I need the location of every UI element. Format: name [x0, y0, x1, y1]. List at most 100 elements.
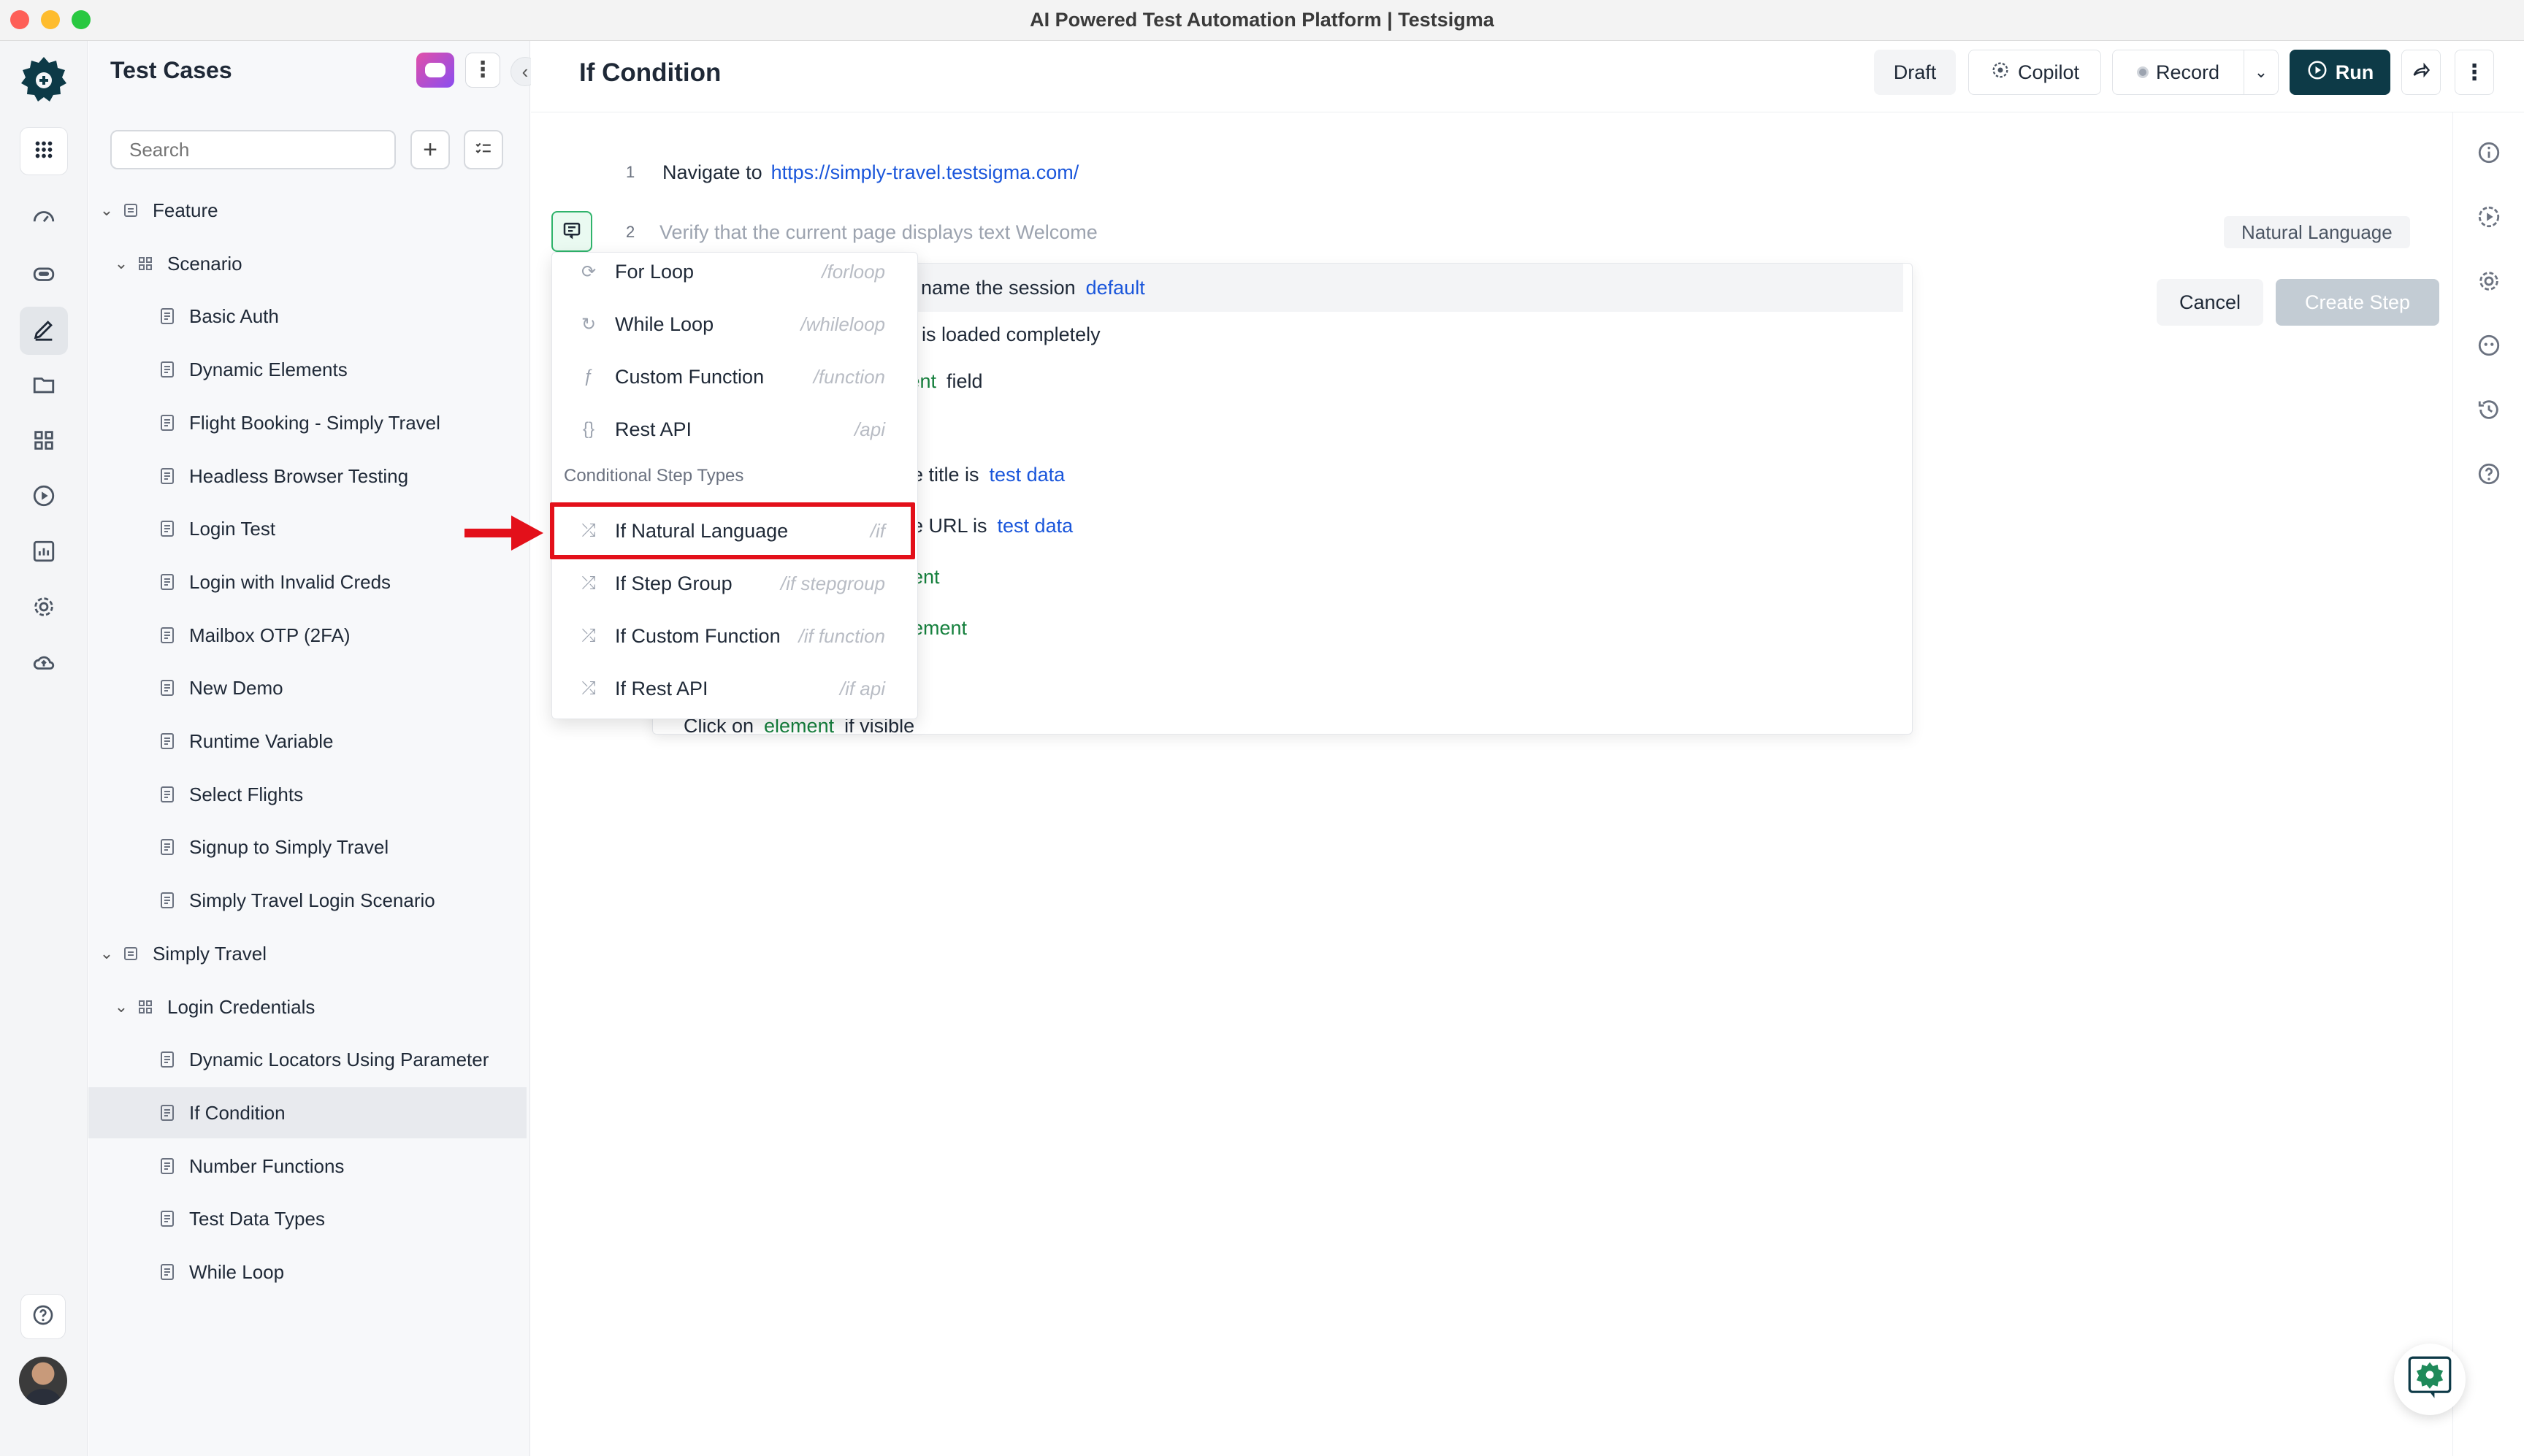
test-case-item[interactable]: Dynamic Locators Using Parameter — [88, 1034, 527, 1085]
step-url-link[interactable]: https://simply-travel.testsigma.com/ — [771, 161, 1079, 183]
highlight-annotation-box — [550, 502, 915, 559]
cloud-upload-icon — [31, 650, 56, 678]
document-icon — [154, 467, 180, 485]
test-data-token: test data — [989, 463, 1066, 486]
step-text: Verify that the current page displays te… — [659, 221, 1098, 243]
question-icon — [2477, 461, 2501, 490]
share-button[interactable] — [2401, 50, 2441, 95]
tree-item-label: Scenario — [167, 252, 242, 275]
document-icon — [154, 627, 180, 644]
user-avatar[interactable] — [19, 1357, 67, 1405]
cloud-nav-button[interactable] — [20, 640, 68, 688]
menu-item-if-rest-api[interactable]: ⤮ If Rest API/if api — [552, 665, 917, 712]
elements-nav-button[interactable] — [20, 418, 68, 466]
tree-item-label: Select Flights — [189, 783, 304, 805]
test-case-item[interactable]: Signup to Simply Travel — [88, 821, 527, 873]
test-case-item[interactable]: Login Test — [88, 503, 527, 554]
info-button[interactable] — [2475, 140, 2503, 168]
menu-item-shortcut: /if function — [798, 624, 885, 647]
copilot-nav-button[interactable] — [20, 251, 68, 299]
test-data-nav-button[interactable] — [20, 362, 68, 410]
add-test-case-button[interactable]: + — [410, 130, 450, 169]
bar-chart-icon — [31, 539, 56, 567]
checklist-icon — [474, 136, 493, 164]
feature-folder-item[interactable]: ⌄ Simply Travel — [88, 928, 527, 979]
version-history-button[interactable] — [2475, 397, 2503, 425]
while-loop-icon: ↻ — [581, 314, 597, 334]
copilot-button[interactable]: Copilot — [1968, 50, 2101, 95]
run-button[interactable]: Run — [2290, 50, 2390, 95]
step-type-toggle-button[interactable] — [551, 211, 592, 252]
apps-grid-button[interactable] — [20, 127, 68, 175]
menu-item-if-custom-function[interactable]: ⤮ If Custom Function/if function — [552, 613, 917, 659]
test-settings-button[interactable] — [2475, 269, 2503, 296]
scenario-item[interactable]: ⌄ Scenario — [88, 238, 527, 289]
dashboard-nav-button[interactable] — [20, 196, 68, 244]
test-case-item[interactable]: Select Flights — [88, 769, 527, 820]
menu-item-while-loop[interactable]: ↻ While Loop/whileloop — [552, 301, 917, 348]
test-case-item[interactable]: Login with Invalid Creds — [88, 556, 527, 608]
speedometer-icon — [31, 206, 56, 234]
test-case-item[interactable]: Basic Auth — [88, 291, 527, 342]
help-center-button[interactable] — [2475, 461, 2503, 489]
menu-item-for-loop[interactable]: ⟳ For Loop/forloop — [552, 248, 917, 295]
settings-nav-button[interactable] — [20, 584, 68, 632]
record-button[interactable]: Record — [2112, 50, 2244, 95]
create-step-button[interactable]: Create Step — [2276, 279, 2439, 326]
help-button[interactable] — [20, 1294, 66, 1339]
run-history-button[interactable] — [2475, 204, 2503, 232]
step-number: 1 — [626, 163, 635, 181]
runs-nav-button[interactable] — [20, 473, 68, 521]
record-options-dropdown[interactable]: ⌄ — [2244, 50, 2279, 95]
run-label: Run — [2335, 61, 2374, 83]
ai-assistant-button[interactable] — [416, 53, 454, 88]
menu-item-rest-api[interactable]: {} Rest API/api — [552, 406, 917, 453]
ai-agent-button[interactable] — [2475, 333, 2503, 361]
chevron-down-icon[interactable]: ⌄ — [110, 997, 132, 1016]
chevron-down-icon[interactable]: ⌄ — [110, 254, 132, 273]
tree-item-label: Feature — [153, 199, 218, 221]
suggestion-text: e title is test data — [912, 464, 1075, 486]
suggestion-text: ement — [912, 617, 977, 640]
test-case-item[interactable]: Mailbox OTP (2FA) — [88, 610, 527, 661]
header-more-button[interactable]: ⋮ — [2455, 50, 2494, 95]
test-case-item[interactable]: Dynamic Elements — [88, 344, 527, 395]
testsigma-logo[interactable] — [19, 54, 69, 104]
menu-item-if-step-group[interactable]: ⤮ If Step Group/if stepgroup — [552, 560, 917, 607]
test-case-item[interactable]: Test Data Types — [88, 1193, 527, 1244]
test-case-item[interactable]: Simply Travel Login Scenario — [88, 875, 527, 926]
menu-item-label: While Loop — [615, 313, 714, 335]
test-case-item[interactable]: Headless Browser Testing — [88, 451, 527, 502]
tree-item-label: Basic Auth — [189, 304, 279, 327]
chevron-down-icon[interactable]: ⌄ — [96, 944, 118, 963]
test-case-item[interactable]: Runtime Variable — [88, 716, 527, 767]
test-case-item[interactable]: Number Functions — [88, 1141, 527, 1192]
select-mode-button[interactable] — [464, 130, 503, 169]
draft-status-button[interactable]: Draft — [1874, 50, 1956, 95]
document-icon — [154, 1104, 180, 1122]
scenario-item[interactable]: ⌄ Login Credentials — [88, 981, 527, 1032]
test-case-item[interactable]: Flight Booking - Simply Travel — [88, 397, 527, 448]
menu-item-custom-function[interactable]: ƒ Custom Function/function — [552, 353, 917, 400]
menu-section-label: Conditional Step Types — [564, 466, 744, 486]
step-type-badge[interactable]: Natural Language — [2224, 216, 2410, 248]
tree-item-label: While Loop — [189, 1260, 285, 1283]
test-case-item[interactable]: If Condition — [88, 1087, 527, 1138]
chat-support-button[interactable] — [2394, 1344, 2466, 1415]
zoom-window-button[interactable] — [72, 10, 91, 29]
test-cases-nav-button[interactable] — [20, 307, 68, 355]
reports-nav-button[interactable] — [20, 529, 68, 577]
close-window-button[interactable] — [10, 10, 29, 29]
minimize-window-button[interactable] — [41, 10, 60, 29]
menu-item-label: If Rest API — [615, 677, 708, 700]
sidebar-more-button[interactable]: ⋮ — [465, 53, 500, 88]
feature-folder-item[interactable]: ⌄ Feature — [88, 185, 527, 236]
search-input[interactable] — [110, 130, 396, 169]
test-case-item[interactable]: While Loop — [88, 1246, 527, 1298]
test-case-item[interactable]: New Demo — [88, 662, 527, 713]
document-icon — [154, 1263, 180, 1281]
copilot-label: Copilot — [2017, 61, 2080, 83]
cancel-button[interactable]: Cancel — [2157, 279, 2263, 326]
chevron-down-icon[interactable]: ⌄ — [96, 201, 118, 220]
right-tool-rail — [2452, 112, 2524, 1456]
